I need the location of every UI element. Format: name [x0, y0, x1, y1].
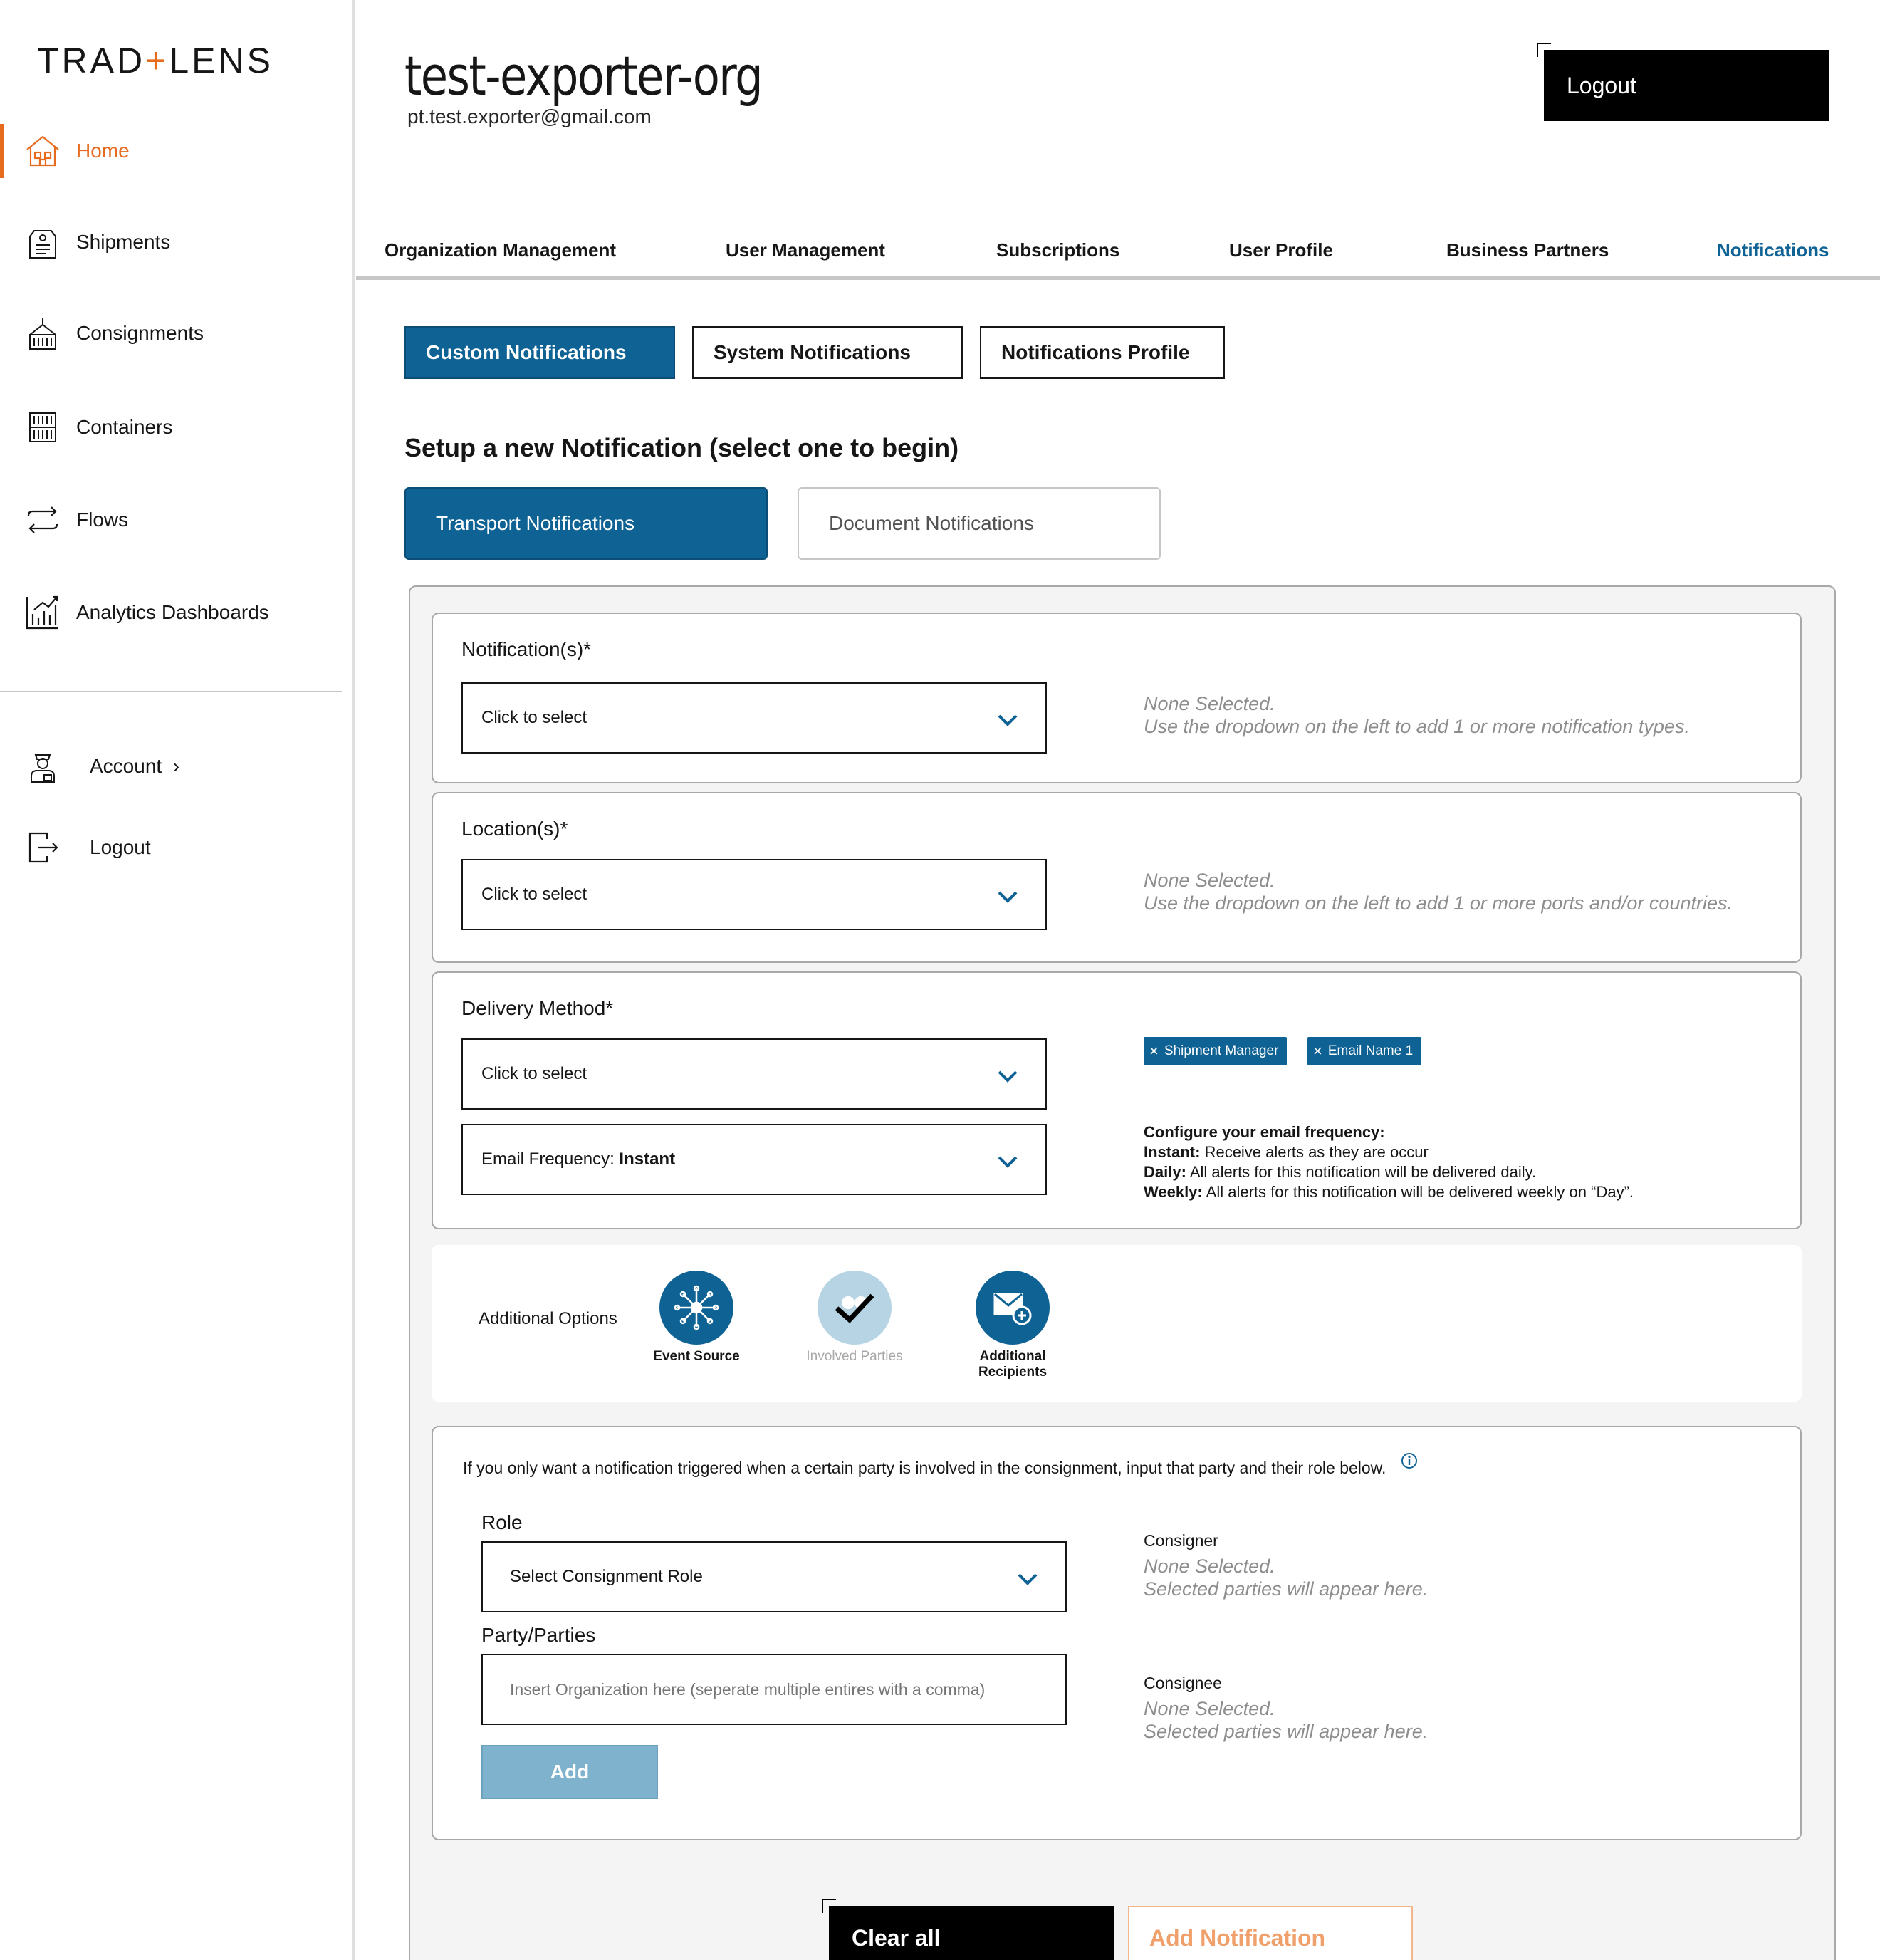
sidebar-item-home[interactable]: Home: [0, 123, 355, 179]
location-hint: None Selected. Use the dropdown on the l…: [1144, 870, 1733, 914]
location-card: Location(s)* Click to select None Select…: [432, 792, 1802, 963]
additional-recipients-button[interactable]: [976, 1271, 1050, 1345]
location-select[interactable]: Click to select: [461, 859, 1047, 930]
chevron-down-icon: [998, 891, 1018, 903]
tab-business-partners[interactable]: Business Partners: [1446, 239, 1609, 261]
sidebar-item-label: Analytics Dashboards: [76, 601, 269, 623]
sidebar: TRAD+LENS Home Shipments Consignments Co…: [0, 0, 355, 1960]
subtab-custom-notifications[interactable]: Custom Notifications: [404, 326, 675, 379]
consignment-role-select[interactable]: Select Consignment Role: [481, 1541, 1067, 1612]
sidebar-item-label: Flows: [76, 509, 129, 531]
sidebar-item-label: Shipments: [76, 231, 171, 253]
consignee-summary: Consignee None Selected. Selected partie…: [1144, 1674, 1571, 1743]
org-name: test-exporter-org: [404, 44, 763, 108]
close-icon[interactable]: ×: [1149, 1042, 1159, 1060]
transport-notifications-button[interactable]: Transport Notifications: [404, 487, 768, 560]
sidebar-item-label: Containers: [76, 416, 173, 438]
setup-title: Setup a new Notification (select one to …: [404, 433, 959, 462]
document-notifications-button[interactable]: Document Notifications: [798, 487, 1161, 560]
delivery-method-title: Delivery Method*: [461, 997, 614, 1019]
additional-options-card: Additional Options Event Source Involved…: [432, 1245, 1802, 1402]
chevron-down-icon: [998, 714, 1018, 726]
user-badge-icon: [24, 748, 61, 785]
involved-parties-label: Involved Parties: [806, 1349, 903, 1364]
shipment-tag-icon: [24, 224, 61, 261]
subtab-notifications-profile[interactable]: Notifications Profile: [980, 326, 1225, 379]
analytics-chart-icon: [24, 594, 61, 631]
home-icon: [24, 132, 61, 170]
notifications-hint: None Selected. Use the dropdown on the l…: [1144, 693, 1690, 737]
sidebar-item-label: Account ›: [90, 755, 180, 777]
select-label: Click to select: [481, 708, 588, 727]
email-frequency-select[interactable]: Email Frequency: Instant: [461, 1124, 1047, 1195]
involved-parties-button[interactable]: [818, 1271, 892, 1345]
tab-user-profile[interactable]: User Profile: [1229, 239, 1333, 261]
event-source-button[interactable]: [659, 1271, 733, 1345]
clear-all-button[interactable]: Clear all: [822, 1899, 1114, 1960]
chevron-down-icon: [1018, 1573, 1038, 1585]
select-label: Click to select: [481, 885, 588, 904]
event-source-label: Event Source: [653, 1349, 740, 1364]
involved-parties-check-icon: [835, 1293, 874, 1323]
sidebar-item-consignments[interactable]: Consignments: [0, 305, 355, 362]
sidebar-item-shipments[interactable]: Shipments: [0, 214, 355, 271]
add-notification-button[interactable]: Add Notification: [1128, 1906, 1413, 1960]
sidebar-item-containers[interactable]: Containers: [0, 399, 355, 456]
tab-subscriptions[interactable]: Subscriptions: [996, 239, 1119, 261]
container-icon: [24, 409, 61, 446]
sidebar-divider: [0, 691, 342, 692]
consignee-title: Consignee: [1144, 1674, 1222, 1692]
consigner-title: Consigner: [1144, 1531, 1218, 1550]
tabs-underline: [356, 276, 1880, 280]
subtab-system-notifications[interactable]: System Notifications: [692, 326, 963, 379]
event-source-network-icon: [674, 1285, 719, 1330]
sidebar-item-analytics-dashboards[interactable]: Analytics Dashboards: [0, 584, 355, 641]
flows-arrows-icon: [24, 501, 61, 538]
sidebar-item-logout[interactable]: Logout: [0, 819, 355, 876]
chip-email-name-1[interactable]: × Email Name 1: [1307, 1037, 1422, 1065]
sidebar-item-flows[interactable]: Flows: [0, 491, 355, 548]
tab-user-management[interactable]: User Management: [726, 239, 885, 261]
sidebar-item-account[interactable]: Account ›: [0, 738, 355, 795]
additional-recipients-label: Additional Recipients: [978, 1349, 1048, 1380]
additional-options-label: Additional Options: [479, 1309, 617, 1328]
sidebar-item-label: Logout: [90, 836, 151, 858]
notifications-title: Notification(s)*: [461, 638, 592, 660]
chevron-down-icon: [998, 1156, 1018, 1168]
tradelens-logo[interactable]: TRAD+LENS: [37, 40, 273, 81]
select-label: Email Frequency: Instant: [481, 1150, 676, 1169]
select-label: Select Consignment Role: [510, 1567, 703, 1586]
party-input[interactable]: [481, 1654, 1067, 1725]
sidebar-item-label: Consignments: [76, 322, 204, 344]
involved-parties-intro: If you only want a notification triggere…: [463, 1459, 1386, 1477]
select-label: Click to select: [481, 1064, 588, 1083]
party-label: Party/Parties: [481, 1624, 596, 1646]
chip-shipment-manager[interactable]: × Shipment Manager: [1144, 1037, 1288, 1065]
location-title: Location(s)*: [461, 818, 568, 840]
tab-organization-management[interactable]: Organization Management: [385, 239, 616, 261]
logout-icon: [24, 829, 61, 866]
tab-notifications[interactable]: Notifications: [1717, 239, 1829, 261]
role-label: Role: [481, 1511, 523, 1533]
notifications-select[interactable]: Click to select: [461, 682, 1047, 754]
notifications-card: Notification(s)* Click to select None Se…: [432, 612, 1802, 783]
add-party-button[interactable]: Add: [481, 1745, 658, 1799]
sidebar-item-label: Home: [76, 140, 130, 162]
delivery-method-select[interactable]: Click to select: [461, 1038, 1047, 1110]
chevron-down-icon: [998, 1070, 1018, 1083]
add-recipient-mail-icon: [993, 1293, 1032, 1325]
email-frequency-info: Configure your email frequency: Instant:…: [1144, 1123, 1634, 1201]
close-icon[interactable]: ×: [1313, 1042, 1322, 1060]
consigner-summary: Consigner None Selected. Selected partie…: [1144, 1531, 1571, 1600]
crane-container-icon: [24, 315, 61, 352]
logout-button[interactable]: Logout: [1537, 43, 1829, 121]
org-email: pt.test.exporter@gmail.com: [407, 105, 652, 127]
info-icon[interactable]: [1400, 1451, 1419, 1470]
